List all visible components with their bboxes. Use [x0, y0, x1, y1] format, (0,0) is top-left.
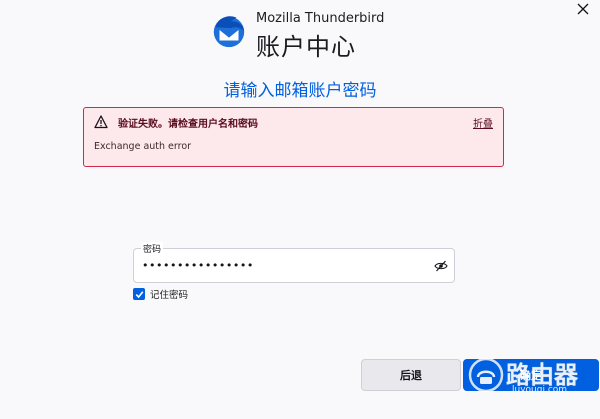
password-field[interactable]: ••••••••••••••••	[133, 248, 455, 283]
back-button[interactable]: 后退	[361, 359, 461, 391]
remember-password[interactable]: 记住密码	[133, 287, 188, 301]
remember-label: 记住密码	[150, 290, 189, 301]
prompt-subtitle: 请输入邮箱账户密码	[223, 81, 377, 101]
error-title: 验证失败。请检查用户名和密码	[118, 119, 258, 130]
remember-checkbox[interactable]	[133, 288, 145, 300]
watermark: 路由器 luyouqi.com	[468, 353, 600, 413]
thunderbird-logo-icon	[213, 16, 245, 48]
close-button[interactable]	[572, 0, 594, 18]
close-icon	[577, 3, 589, 15]
error-detail: Exchange auth error	[94, 141, 192, 152]
password-value: ••••••••••••••••	[142, 259, 254, 272]
warning-icon	[94, 115, 108, 129]
error-notification: 验证失败。请检查用户名和密码 折叠 Exchange auth error	[83, 107, 504, 167]
page-title: 账户中心	[256, 33, 356, 61]
brand-name: Mozilla Thunderbird	[256, 11, 385, 26]
toggle-visibility-icon[interactable]	[434, 259, 448, 273]
checkmark-icon	[135, 290, 143, 298]
watermark-url: luyouqi.com	[512, 385, 568, 395]
app-header: Mozilla Thunderbird 账户中心	[210, 10, 410, 61]
password-label: 密码	[141, 242, 164, 255]
router-logo-icon	[468, 357, 504, 393]
collapse-link[interactable]: 折叠	[473, 115, 493, 130]
